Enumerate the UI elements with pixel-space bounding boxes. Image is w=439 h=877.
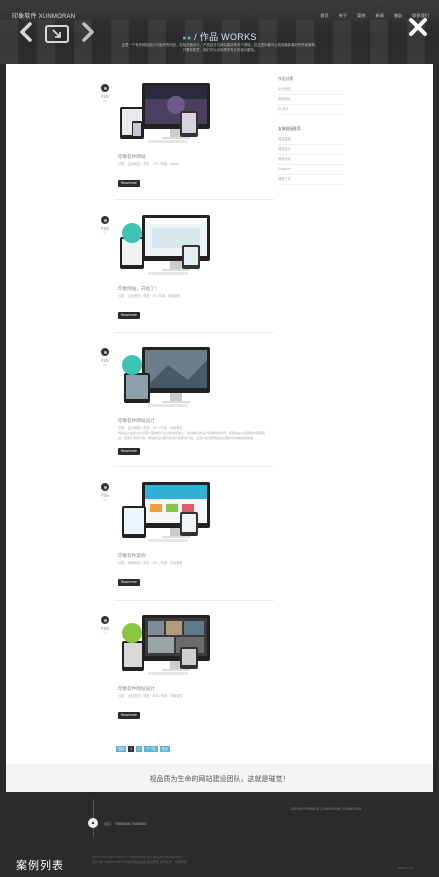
post-meta: 分类：企业网站 | 浏览：197 | 作者：印象软件 — [118, 426, 183, 430]
nav-item-home[interactable]: 首页 — [320, 13, 328, 19]
link-item[interactable]: 网络工作 — [278, 175, 344, 185]
icp-text: 苏ICP备: 12345678号 印象软件网站建设 版权所有 技术支持：印象软件 — [92, 860, 187, 864]
category-item[interactable]: 电商网站 — [278, 95, 344, 105]
page-2[interactable]: 2 — [136, 746, 142, 752]
camera-icon — [101, 483, 109, 491]
work-thumbnail[interactable] — [118, 480, 214, 548]
sidebar-links-title: 友情链接推荐 — [278, 127, 301, 131]
footer-qq: QQ：7986858 7986858 — [104, 821, 147, 826]
date-day: 25 — [103, 498, 107, 502]
page-1[interactable]: 1 — [128, 746, 135, 752]
post-excerpt: 网站设计是建立在对客户需求和行业分析的基础上，通过精心的设计和独特的创意，使网站… — [118, 431, 266, 440]
footer-page-info: 1/15 1 2 3 4 — [398, 866, 414, 870]
work-thumbnail[interactable] — [118, 213, 214, 281]
post-title[interactable]: 印象网站，开始了！ — [118, 286, 159, 292]
read-more-button[interactable]: Read more — [118, 448, 140, 455]
footer-links[interactable]: OUR HAPPENINGS | XUNMORAN | XUNMORAN — [290, 807, 361, 811]
post-meta: 分类：企业网站 | 浏览：170 | 作者：admin — [118, 162, 179, 166]
date-badge: FEB 27 — [98, 216, 112, 235]
category-item[interactable]: 企业网站 — [278, 85, 344, 95]
page-title-text: / 作品 WORKS — [194, 32, 257, 42]
fullscreen-icon[interactable] — [45, 25, 69, 43]
post-title[interactable]: 印象软件网站 — [118, 154, 146, 160]
slogan-band: 视品质为生命的网站建设团队，这就是璀觉！ — [6, 764, 433, 792]
work-thumbnail[interactable] — [118, 345, 214, 413]
link-item[interactable]: 网站设计 — [278, 145, 344, 155]
page-next[interactable]: 下一页 — [143, 746, 158, 752]
page-caption: 案例列表 — [16, 860, 64, 872]
read-more-button[interactable]: Read more — [118, 312, 140, 319]
pagination: 首页 1 2 下一页 末页 — [116, 746, 170, 752]
category-item[interactable]: CI 设计 — [278, 105, 344, 115]
date-badge: FEB 24 — [98, 348, 112, 367]
works-content: FEB 24 印象软件网站 分类：企业网站 | 浏览：170 | 作者：admi… — [6, 64, 433, 764]
sidebar-categories-title: 作品分类 — [278, 77, 294, 81]
date-badge: FEB 24 — [98, 616, 112, 635]
work-thumbnail[interactable] — [118, 81, 214, 149]
read-more-button[interactable]: Read more — [118, 579, 140, 586]
date-day: 24 — [103, 363, 107, 367]
post-title[interactable]: 印象软件案例 — [118, 553, 146, 559]
category-list: 企业网站 电商网站 CI 设计 — [278, 85, 344, 115]
divider — [114, 332, 274, 333]
back-arrow-icon[interactable] — [18, 22, 34, 42]
page-description: 这里一个有关网站设计与制作的作品，包括页面设计、产品设计与网站建设等多个领域，在… — [121, 43, 319, 53]
post-meta: 分类：企业网站 | 浏览：75 | 作者：印象软件 — [118, 294, 181, 298]
link-item[interactable]: 网站建设 — [278, 135, 344, 145]
link-list: 网站建设 网站设计 网站优化 Shopeon 网络工作 — [278, 135, 344, 185]
nav-item-services[interactable]: 服务 — [394, 13, 402, 19]
post-meta: 分类：企业网站 | 浏览：165 | 作者：印象软件 — [118, 694, 183, 698]
nav-item-news[interactable]: 新闻 — [375, 13, 383, 19]
date-day: 24 — [103, 99, 107, 103]
chat-bubbles-icon: ●● — [182, 35, 192, 42]
post-title[interactable]: 印象软件网站设计 — [118, 686, 155, 692]
camera-icon — [101, 216, 109, 224]
read-more-button[interactable]: Read more — [118, 180, 140, 187]
forward-arrow-icon[interactable] — [80, 22, 96, 42]
sidebar: 作品分类 企业网站 电商网站 CI 设计 友情链接推荐 网站建设 网站设计 网站… — [278, 77, 344, 185]
read-more-button[interactable]: Read more — [118, 712, 140, 719]
post-title[interactable]: 印象软件网站设计 — [118, 418, 155, 424]
divider — [114, 199, 274, 200]
footer-copyright: 2003-2015 COPYRIGHT © XUNMORAN ALL RIGHT… — [92, 855, 187, 865]
site-logo[interactable]: 印象软件 XUNMORAN — [12, 11, 75, 20]
date-day: 27 — [103, 231, 107, 235]
date-day: 24 — [103, 631, 107, 635]
link-item[interactable]: Shopeon — [278, 165, 344, 175]
date-badge: FEB 25 — [98, 483, 112, 502]
nav-item-cases[interactable]: 案例 — [357, 13, 365, 19]
post-meta: 分类：电商网站 | 浏览：181 | 作者：印象软件 — [118, 561, 183, 565]
link-item[interactable]: 网站优化 — [278, 155, 344, 165]
work-thumbnail[interactable] — [118, 613, 214, 681]
camera-icon — [101, 616, 109, 624]
page-first[interactable]: 首页 — [116, 746, 127, 752]
divider — [114, 466, 274, 467]
close-icon[interactable] — [408, 17, 428, 37]
footer: ▲ QQ：7986858 7986858 OUR HAPPENINGS | XU… — [0, 792, 439, 877]
divider — [114, 600, 274, 601]
date-badge: FEB 24 — [98, 84, 112, 103]
camera-icon — [101, 348, 109, 356]
qq-icon[interactable]: ▲ — [88, 818, 98, 828]
slogan-text: 视品质为生命的网站建设团队，这就是璀觉！ — [149, 776, 290, 783]
nav-item-about[interactable]: 关于 — [339, 13, 347, 19]
page-last[interactable]: 末页 — [159, 746, 170, 752]
camera-icon — [101, 84, 109, 92]
